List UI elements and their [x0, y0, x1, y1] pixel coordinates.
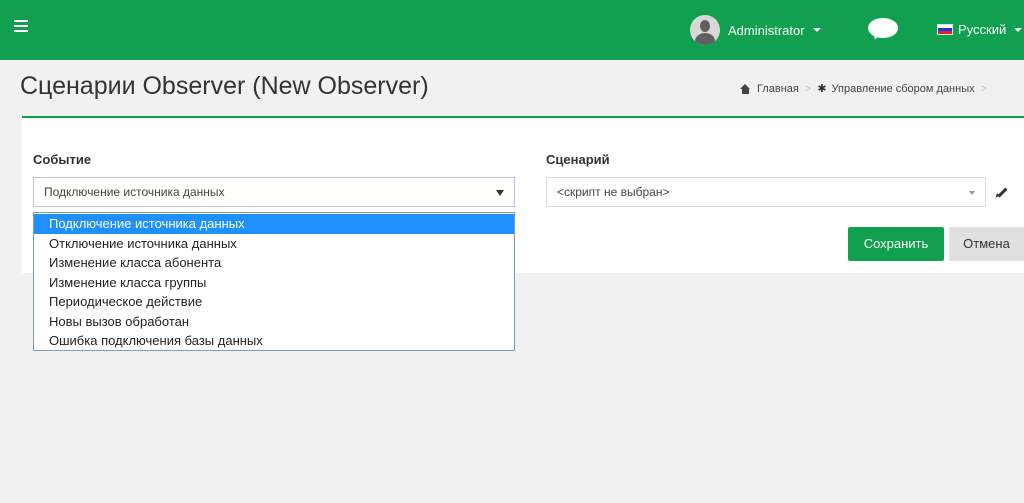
user-menu[interactable]: Administrator [690, 14, 821, 46]
breadcrumb-separator: > [804, 82, 812, 95]
breadcrumb-section[interactable]: Управление сбором данных [832, 83, 975, 95]
script-select-value: <скрипт не выбран> [557, 185, 670, 199]
home-icon [740, 83, 751, 94]
event-label: Событие [33, 152, 92, 167]
event-select-value: Подключение источника данных [44, 185, 225, 199]
language-selector[interactable]: Русский [937, 22, 1023, 37]
edit-script-button[interactable] [985, 177, 1019, 207]
event-select[interactable]: Подключение источника данных [33, 177, 515, 207]
top-navbar: Administrator Русский [0, 0, 1024, 60]
script-select[interactable]: <скрипт не выбран> [546, 177, 986, 207]
cog-icon: ✱ [817, 83, 827, 95]
chevron-down-icon [496, 190, 504, 196]
chevron-down-icon [812, 28, 821, 32]
dropdown-option[interactable]: Изменение класса абонента [34, 253, 514, 273]
dropdown-option[interactable]: Периодическое действие [34, 292, 514, 312]
dropdown-option[interactable]: Новы вызов обработан [34, 312, 514, 332]
user-avatar-icon [690, 15, 720, 45]
breadcrumb: Главная > ✱ Управление сбором данных > [740, 82, 993, 95]
dropdown-option[interactable]: Отключение источника данных [34, 234, 514, 254]
breadcrumb-separator: > [980, 82, 988, 95]
russia-flag-icon [937, 24, 953, 35]
script-label: Сценарий [546, 152, 610, 167]
save-button[interactable]: Сохранить [848, 227, 944, 261]
language-label: Русский [958, 22, 1007, 37]
dropdown-option[interactable]: Ошибка подключения базы данных [34, 331, 514, 351]
hamburger-icon[interactable] [14, 20, 28, 34]
user-name: Administrator [728, 22, 805, 38]
chevron-down-icon [969, 191, 975, 195]
cancel-button[interactable]: Отмена [949, 227, 1024, 261]
breadcrumb-home[interactable]: Главная [757, 83, 799, 95]
event-dropdown-list: Подключение источника данных Отключение … [33, 212, 515, 351]
dropdown-option[interactable]: Подключение источника данных [34, 214, 514, 234]
chat-icon[interactable] [868, 18, 898, 42]
dropdown-option[interactable]: Изменение класса группы [34, 273, 514, 293]
chevron-down-icon [1014, 27, 1023, 32]
page-title: Сценарии Observer (New Observer) [20, 72, 429, 100]
